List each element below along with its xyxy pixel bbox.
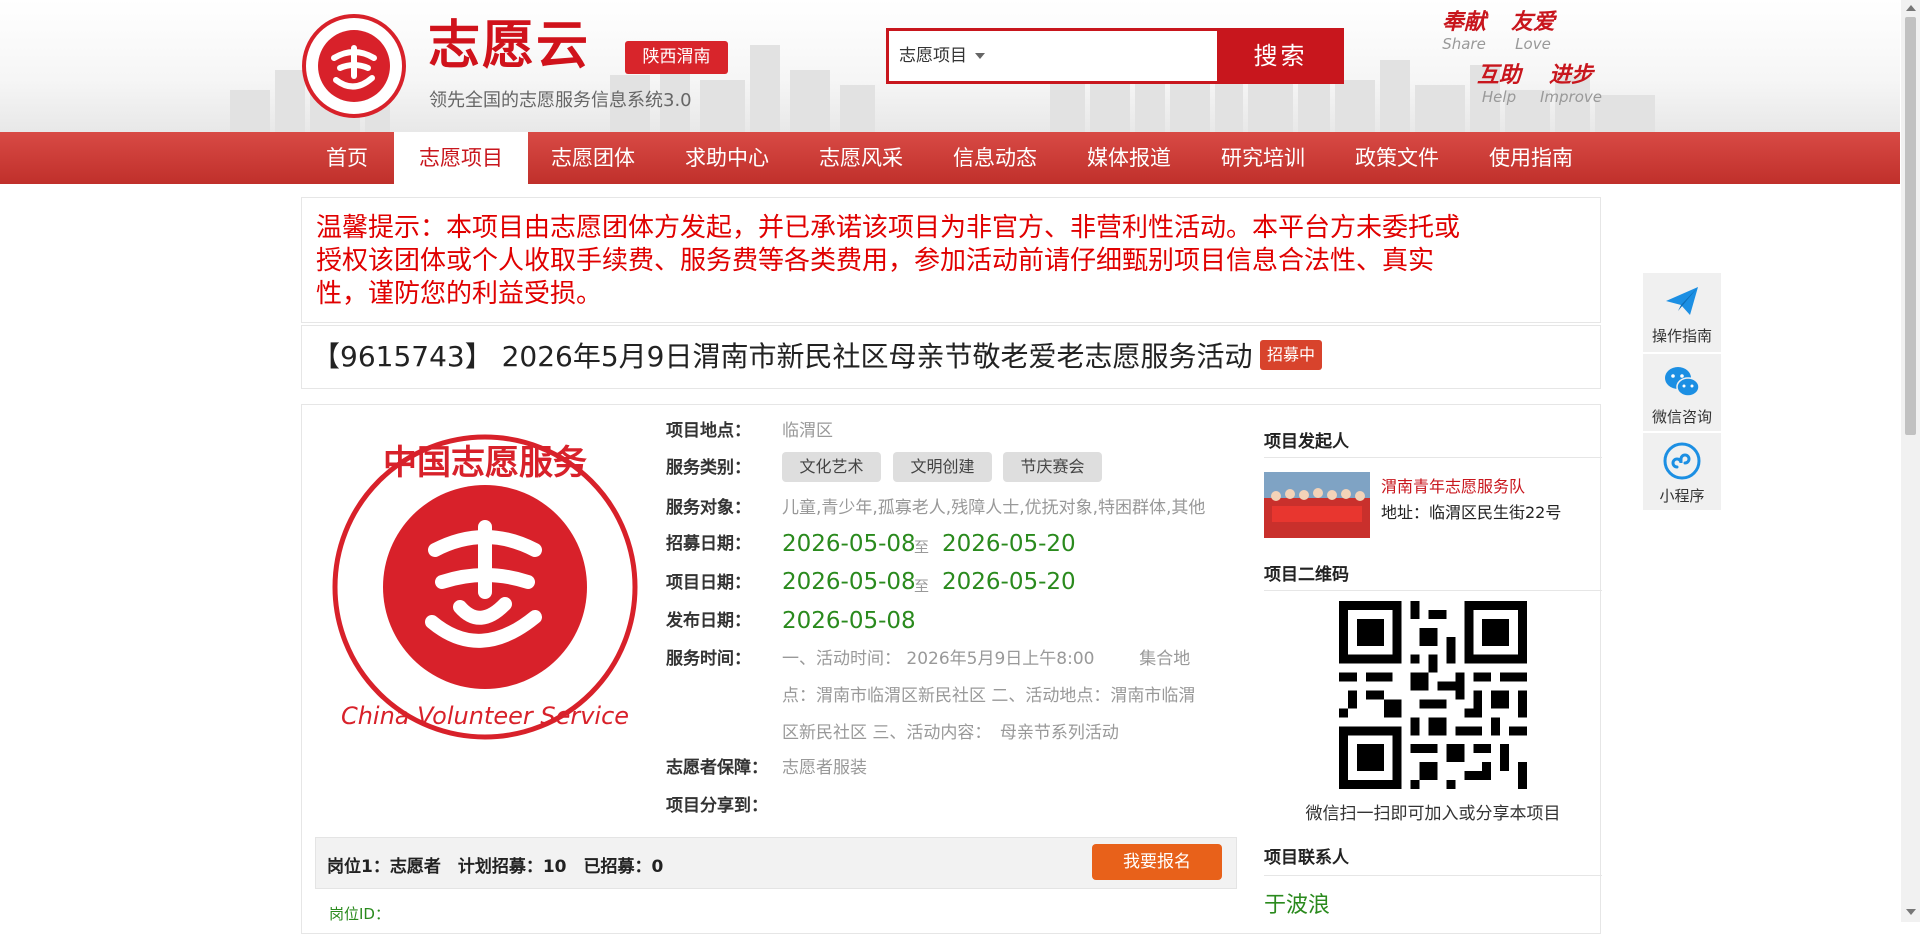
recruit-end-date: 2026-05-20	[942, 531, 1076, 557]
team-photo[interactable]	[1264, 472, 1370, 538]
search-button[interactable]: 搜索	[1217, 28, 1344, 84]
contact-heading: 项目联系人	[1264, 843, 1602, 876]
status-badge: 招募中	[1260, 340, 1323, 370]
nav-policy-files[interactable]: 政策文件	[1340, 132, 1454, 184]
svg-text:中国志愿服务: 中国志愿服务	[383, 443, 587, 483]
notice-line: 性，谨防您的利益受损。	[316, 279, 603, 309]
scroll-up-icon[interactable]	[1906, 5, 1916, 11]
nav-news[interactable]: 信息动态	[938, 132, 1052, 184]
scroll-down-icon[interactable]	[1906, 909, 1916, 915]
nav-volunteer-groups[interactable]: 志愿团体	[536, 132, 650, 184]
nav-research-training[interactable]: 研究培训	[1206, 132, 1320, 184]
search-category-value: 志愿项目	[899, 46, 967, 66]
scrollbar-thumb[interactable]	[1905, 17, 1916, 435]
warning-notice: 温馨提示：本项目由志愿团体方发起，并已承诺该项目为非官方、非营利性活动。本平台方…	[301, 197, 1601, 323]
date-separator: 至	[914, 538, 930, 556]
nav-media-reports[interactable]: 媒体报道	[1072, 132, 1186, 184]
motto-share: 奉献 Share	[1441, 10, 1486, 53]
project-start-date: 2026-05-08	[782, 569, 916, 595]
svg-text:China Volunteer Service: China Volunteer Service	[341, 702, 629, 730]
location-label: 项目地点：	[666, 421, 751, 441]
caret-down-icon	[975, 53, 985, 59]
wechat-icon	[1665, 367, 1700, 397]
project-cover-image: 中国志愿服务 China Volunteer Service	[332, 434, 638, 740]
region-badge[interactable]: 陕西渭南	[625, 41, 728, 74]
nav-user-guide[interactable]: 使用指南	[1474, 132, 1588, 184]
initiator-heading: 项目发起人	[1264, 427, 1602, 458]
nav-home[interactable]: 首页	[313, 132, 381, 184]
site-logo[interactable]	[302, 14, 406, 118]
post-id-label: 岗位ID：	[329, 905, 390, 923]
floating-toolbar: 操作指南 微信咨询 小程序	[1643, 273, 1721, 510]
notice-line: 温馨提示：本项目由志愿团体方发起，并已承诺该项目为非官方、非营利性活动。本平台方…	[316, 213, 1461, 243]
target-label: 服务对象：	[666, 498, 751, 518]
qr-caption: 微信扫一扫即可加入或分享本项目	[1305, 804, 1561, 824]
recruit-date-label: 招募日期：	[666, 534, 751, 554]
nav-volunteer-style[interactable]: 志愿风采	[804, 132, 918, 184]
category-tag[interactable]: 文明创建	[893, 452, 992, 482]
mini-program-icon	[1663, 442, 1701, 480]
search-category-select[interactable]: 志愿项目	[899, 31, 985, 81]
brand-name[interactable]: 志愿云	[428, 16, 590, 76]
team-address: 地址：临渭区民生街22号	[1381, 503, 1562, 522]
paper-plane-icon	[1666, 287, 1698, 315]
qr-code	[1339, 601, 1527, 789]
float-guide-button[interactable]: 操作指南	[1643, 273, 1721, 352]
date-separator: 至	[914, 577, 930, 595]
service-time-value: 一、活动时间： 2026年5月9日上午8:00 集合地 点：渭南市临渭区新民社区…	[782, 649, 1196, 743]
category-tag[interactable]: 文化艺术	[782, 452, 881, 482]
search-input[interactable]	[1017, 37, 1171, 77]
float-mini-program-button[interactable]: 小程序	[1643, 433, 1721, 512]
main-nav: 首页 志愿项目 志愿团体 求助中心 志愿风采 信息动态 媒体报道 研究培训 政策…	[0, 132, 1900, 184]
nav-help-center[interactable]: 求助中心	[670, 132, 784, 184]
share-label: 项目分享到：	[666, 796, 768, 816]
float-wechat-button[interactable]: 微信咨询	[1643, 354, 1721, 433]
category-label: 服务类别：	[666, 458, 751, 478]
motto-love: 友爱 Love	[1510, 10, 1555, 53]
motto-help: 互助 Help	[1476, 63, 1521, 106]
publish-date: 2026-05-08	[782, 608, 916, 634]
guarantee-label: 志愿者保障：	[666, 758, 768, 778]
location-value: 临渭区	[782, 421, 833, 441]
project-title: 【9615743】 2026年5月9日渭南市新民社区母亲节敬老爱老志愿服务活动	[312, 340, 1253, 373]
post-info: 岗位1：志愿者 计划招募：10 已招募：0	[327, 857, 664, 877]
motto-improve: 进步 Improve	[1539, 63, 1602, 106]
page-scrollbar[interactable]	[1901, 0, 1920, 922]
target-value: 儿童,青少年,孤寡老人,残障人士,优抚对象,特困群体,其他	[782, 498, 1206, 518]
publish-date-label: 发布日期：	[666, 611, 751, 631]
guarantee-value: 志愿者服装	[782, 758, 867, 778]
site-slogan: 领先全国的志愿服务信息系统3.0	[429, 90, 692, 111]
project-date-label: 项目日期：	[666, 573, 751, 593]
category-tag[interactable]: 节庆赛会	[1003, 452, 1102, 482]
project-title-bar: 【9615743】 2026年5月9日渭南市新民社区母亲节敬老爱老志愿服务活动 …	[301, 325, 1601, 389]
recruit-start-date: 2026-05-08	[782, 531, 916, 557]
team-name-link[interactable]: 渭南青年志愿服务队	[1381, 473, 1525, 497]
qr-heading: 项目二维码	[1264, 560, 1602, 591]
signup-button[interactable]: 我要报名	[1092, 844, 1222, 880]
search-box: 志愿项目 搜索	[886, 28, 1344, 84]
nav-volunteer-projects[interactable]: 志愿项目	[394, 132, 528, 184]
volunteer-logo-icon	[318, 30, 390, 102]
service-time-label: 服务时间：	[666, 649, 751, 669]
site-header: 志愿云 陕西渭南 领先全国的志愿服务信息系统3.0 志愿项目 搜索 奉献 Sha…	[0, 0, 1900, 132]
project-end-date: 2026-05-20	[942, 569, 1076, 595]
contact-name: 于波浪	[1264, 893, 1331, 918]
notice-line: 授权该团体或个人收取手续费、服务费等各类费用，参加活动前请仔细甄别项目信息合法性…	[316, 246, 1435, 276]
